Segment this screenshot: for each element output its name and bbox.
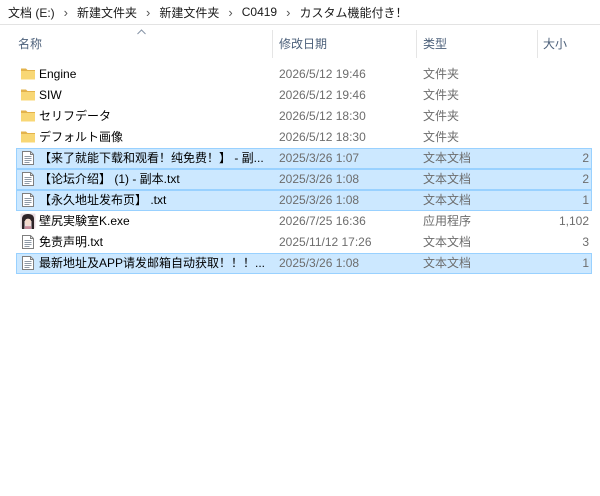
folder-icon [20,87,36,103]
file-modified-date: 2025/3/26 1:08 [279,193,360,207]
file-modified-date: 2026/5/12 18:30 [279,109,366,123]
file-row[interactable]: 最新地址及APP请发邮箱自动获取！！！... 2025/3/26 1:08 文本文档… [16,253,592,274]
breadcrumb-chevron-icon[interactable]: › [228,5,232,20]
column-header-name[interactable]: 名称 [11,30,272,58]
file-list: Engine 2026/5/12 19:46 文件夹 SIW 2026/5/12 19:… [16,64,592,274]
text-document-icon [20,192,36,208]
breadcrumb-item[interactable]: 新建文件夹 [77,4,137,21]
text-document-icon [20,150,36,166]
file-name: Engine [39,67,77,81]
file-modified-date: 2026/7/25 16:36 [279,214,366,228]
file-name: SIW [39,88,62,102]
file-size: 2 [582,172,589,186]
column-header: 名称 修改日期 类型 大小 [0,30,600,58]
file-row[interactable]: SIW 2026/5/12 19:46 文件夹 [16,85,592,106]
file-size: 2 [582,151,589,165]
column-header-name-label: 名称 [18,37,43,51]
file-size [539,107,589,126]
column-header-size-label: 大小 [543,37,568,51]
file-name: 【永久地址发布页】 .txt [39,193,167,207]
file-name: セリフデータ [39,109,112,123]
file-row[interactable]: Engine 2026/5/12 19:46 文件夹 [16,64,592,85]
file-type: 文件夹 [423,88,460,102]
breadcrumb-item[interactable]: カスタム機能付き！ [299,4,407,21]
file-type: 文本文档 [423,151,472,165]
text-document-icon [20,234,36,250]
breadcrumb-chevron-icon[interactable]: › [146,5,150,20]
file-name: 免责声明.txt [39,235,104,249]
file-row[interactable]: デフォルト画像 2026/5/12 18:30 文件夹 [16,127,592,148]
column-header-modified-label: 修改日期 [279,37,328,51]
file-modified-date: 2025/3/26 1:08 [279,172,360,186]
file-name: 最新地址及APP请发邮箱自动获取！！！... [39,256,266,270]
file-row[interactable]: 【论坛介绍】 (1) - 副本.txt 2025/3/26 1:08 文本文档 2 [16,169,592,190]
folder-icon [20,108,36,124]
file-row[interactable]: セリフデータ 2026/5/12 18:30 文件夹 [16,106,592,127]
column-header-type-label: 类型 [423,37,448,51]
file-modified-date: 2026/5/12 19:46 [279,67,366,81]
file-row[interactable]: 免责声明.txt 2025/11/12 17:26 文本文档 3 [16,232,592,253]
file-size [539,65,589,84]
column-header-modified[interactable]: 修改日期 [273,30,416,58]
file-type: 文件夹 [423,109,460,123]
column-header-size[interactable]: 大小 [538,30,600,58]
file-size: 1 [582,193,589,207]
file-row[interactable]: 壁尻実験室K.exe 2026/7/25 16:36 应用程序 1,102 [16,211,592,232]
file-type: 文本文档 [423,235,472,249]
file-type: 文本文档 [423,172,472,186]
file-modified-date: 2026/5/12 19:46 [279,88,366,102]
breadcrumb: 文档 (E:) › 新建文件夹 › 新建文件夹 › C0419 › カスタム機能付き！ [8,0,407,24]
text-document-icon [20,255,36,271]
folder-icon [20,129,36,145]
file-size [539,86,589,105]
breadcrumb-chevron-icon[interactable]: › [286,5,290,20]
breadcrumb-item[interactable]: C0419 [242,5,277,19]
breadcrumb-item[interactable]: 文档 (E:) [8,4,55,21]
file-type: 应用程序 [423,214,472,228]
file-modified-date: 2026/5/12 18:30 [279,130,366,144]
file-type: 文本文档 [423,193,472,207]
file-size: 1,102 [558,214,589,228]
file-name: 【论坛介绍】 (1) - 副本.txt [39,172,180,186]
file-name: 【来了就能下载和观看！纯免费！】 - 副... [39,151,264,165]
breadcrumb-chevron-icon[interactable]: › [64,5,68,20]
file-size: 1 [582,256,589,270]
file-modified-date: 2025/11/12 17:26 [279,235,372,249]
file-name: デフォルト画像 [39,130,124,144]
file-type: 文件夹 [423,130,460,144]
file-size [539,128,589,147]
address-bar[interactable]: 文档 (E:) › 新建文件夹 › 新建文件夹 › C0419 › カスタム機能付き！ [0,0,600,25]
file-type: 文件夹 [423,67,460,81]
folder-icon [20,66,36,82]
file-name: 壁尻実験室K.exe [39,214,130,228]
column-header-type[interactable]: 类型 [417,30,537,58]
file-row[interactable]: 【永久地址发布页】 .txt 2025/3/26 1:08 文本文档 1 [16,190,592,211]
application-icon [20,213,36,229]
file-modified-date: 2025/3/26 1:07 [279,151,360,165]
file-type: 文本文档 [423,256,472,270]
file-row[interactable]: 【来了就能下载和观看！纯免费！】 - 副... 2025/3/26 1:07 文本文… [16,148,592,169]
file-size: 3 [582,235,589,249]
breadcrumb-item[interactable]: 新建文件夹 [159,4,219,21]
file-modified-date: 2025/3/26 1:08 [279,256,360,270]
text-document-icon [20,171,36,187]
